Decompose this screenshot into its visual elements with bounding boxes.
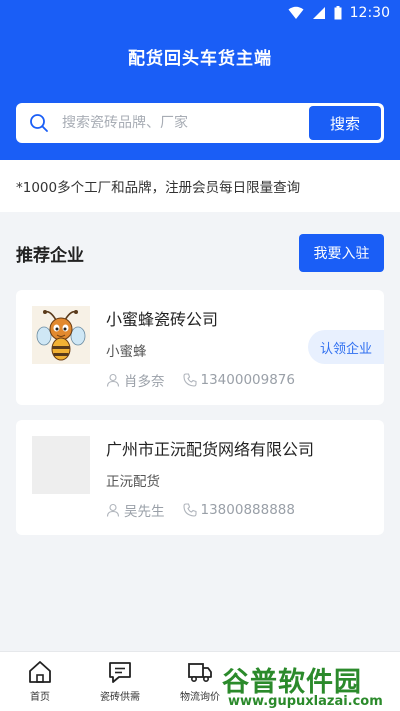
phone-icon [182,503,197,517]
tab-logistics-quote-label: 物流询价 [180,692,220,703]
company-name: 广州市正沅配货网络有限公司 [106,440,315,459]
battery-icon [334,6,342,20]
join-button[interactable]: 我要入驻 [299,234,384,272]
section-header: 推荐企业 我要入驻 [16,234,384,272]
notice-text: *1000多个工厂和品牌，注册会员每日限量查询 [16,180,301,196]
company-contact: 肖多奈 13400009876 [106,370,295,390]
company-card[interactable]: 广州市正沅配货网络有限公司 正沅配货 吴先生 13800888888 [16,420,384,535]
wifi-icon [288,6,304,19]
claim-company-tag[interactable]: 认领企业 [308,330,384,364]
contact-name: 吴先生 [124,504,165,520]
tab-tile-supply[interactable]: 瓷砖供需 [80,652,160,711]
company-logo-placeholder [32,436,90,494]
search-icon [16,103,62,143]
search-button[interactable]: 搜索 [309,106,381,140]
contact-phone[interactable]: 13800888888 [201,502,295,518]
status-time: 12:30 [349,5,390,21]
section-title: 推荐企业 [16,245,84,266]
tab-tile-supply-label: 瓷砖供需 [100,692,140,703]
company-contact: 吴先生 13800888888 [106,500,295,520]
app-header: 12:30 配货回头车货主端 搜索 [0,0,400,160]
company-card[interactable]: 小蜜蜂瓷砖公司 小蜜蜂 肖多奈 13400009876 认领企业 [16,290,384,405]
company-short-name: 小蜜蜂 [106,344,147,360]
search-box[interactable]: 搜索 [16,103,384,143]
person-icon [106,373,120,387]
status-bar: 12:30 [0,0,400,26]
signal-icon [312,7,325,19]
phone-icon [182,373,197,387]
watermark: 谷普软件园 www.gupuxlazai.com [218,660,400,711]
home-icon [29,661,51,683]
truck-icon [188,663,212,682]
tab-home[interactable]: 首页 [0,652,80,711]
tab-home-label: 首页 [30,692,50,703]
search-input[interactable] [62,115,309,131]
company-short-name: 正沅配货 [106,474,160,490]
contact-phone[interactable]: 13400009876 [201,372,295,388]
contact-name: 肖多奈 [124,374,165,390]
bee-logo-icon [32,306,90,364]
person-icon [106,503,120,517]
chat-icon [109,662,131,683]
watermark-url: www.gupuxlazai.com [228,694,383,709]
app-title: 配货回头车货主端 [128,49,272,69]
company-name: 小蜜蜂瓷砖公司 [106,310,219,329]
notice-bar: *1000多个工厂和品牌，注册会员每日限量查询 [0,160,400,212]
